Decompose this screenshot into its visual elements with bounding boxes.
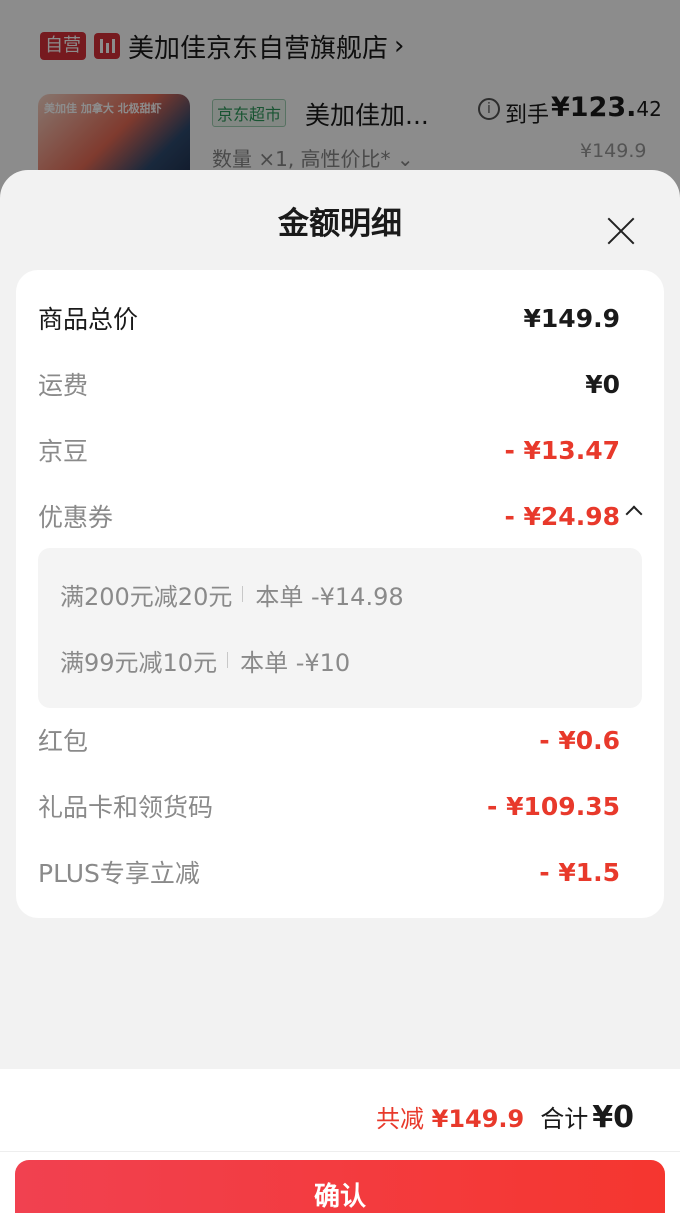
row-label: 优惠券 xyxy=(38,503,114,532)
row-value: - ¥13.47 xyxy=(504,435,620,465)
coupon-detail: 本单 -¥14.98 xyxy=(255,582,404,611)
row-label: 红包 xyxy=(38,727,89,756)
row-gift-card: 礼品卡和领货码 - ¥109.35 xyxy=(38,786,620,826)
sheet-title: 金额明细 xyxy=(278,206,402,242)
row-value: - ¥0.6 xyxy=(539,725,620,755)
divider xyxy=(242,586,244,602)
row-value: ¥149.9 xyxy=(523,303,620,333)
footer-bar: 共减 ¥149.9 合计 ¥0 确认 xyxy=(0,1069,680,1213)
row-value: ¥0 xyxy=(585,369,620,399)
coupon-detail-box: 满200元减20元 本单 -¥14.98 满99元减10元 本单 -¥10 xyxy=(38,548,642,708)
close-icon[interactable] xyxy=(604,214,638,248)
total-reduce: 共减 ¥149.9 xyxy=(375,1105,525,1133)
row-label: 礼品卡和领货码 xyxy=(38,793,214,822)
chevron-up-icon[interactable] xyxy=(625,505,643,523)
row-label: 商品总价 xyxy=(38,305,139,334)
total-row: 共减 ¥149.9 合计 ¥0 xyxy=(376,1099,634,1135)
row-value: - ¥24.98 xyxy=(504,501,620,531)
row-red-packet: 红包 - ¥0.6 xyxy=(38,720,620,760)
coupon-rule: 满99元减10元 xyxy=(60,648,218,677)
row-value: - ¥1.5 xyxy=(539,857,620,887)
coupon-detail: 本单 -¥10 xyxy=(240,648,351,677)
sum-value: ¥0 xyxy=(592,1100,634,1135)
coupon-item: 满99元减10元 本单 -¥10 xyxy=(60,643,350,677)
amount-detail-sheet: 金额明细 商品总价 ¥149.9 运费 ¥0 京豆 - ¥13.47 优惠券 -… xyxy=(0,170,680,1213)
row-shipping: 运费 ¥0 xyxy=(38,364,620,404)
row-value: - ¥109.35 xyxy=(487,791,620,821)
row-plus-discount: PLUS专享立减 - ¥1.5 xyxy=(38,852,620,892)
row-coupon[interactable]: 优惠券 - ¥24.98 xyxy=(38,496,620,536)
divider xyxy=(0,1151,680,1152)
coupon-item: 满200元减20元 本单 -¥14.98 xyxy=(60,577,404,611)
confirm-button[interactable]: 确认 xyxy=(15,1160,665,1213)
sum-label: 合计 xyxy=(540,1105,589,1133)
coupon-rule: 满200元减20元 xyxy=(60,582,233,611)
row-label: PLUS专享立减 xyxy=(38,859,200,888)
row-label: 运费 xyxy=(38,371,89,400)
amount-card: 商品总价 ¥149.9 运费 ¥0 京豆 - ¥13.47 优惠券 - ¥24.… xyxy=(16,270,664,918)
divider xyxy=(227,652,229,668)
row-jingdou: 京豆 - ¥13.47 xyxy=(38,430,620,470)
row-total-price: 商品总价 ¥149.9 xyxy=(38,298,620,338)
row-label: 京豆 xyxy=(38,437,89,466)
